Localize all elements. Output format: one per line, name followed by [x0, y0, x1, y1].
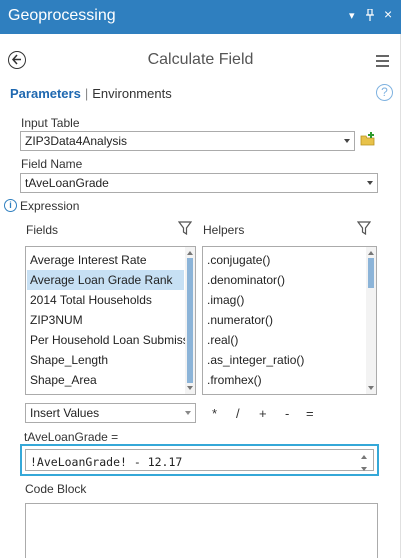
info-icon: i: [4, 199, 17, 212]
title-bar: Geoprocessing ▾ ×: [0, 0, 401, 34]
tab-separator: |: [84, 86, 89, 101]
tab-environments[interactable]: Environments: [92, 86, 171, 101]
expression-value[interactable]: !AveLoanGrade! - 12.17: [30, 455, 182, 469]
close-icon[interactable]: ×: [384, 7, 392, 21]
code-block-input[interactable]: [25, 503, 378, 558]
operator-plus-button[interactable]: +: [259, 406, 267, 421]
helpers-filter-icon[interactable]: [356, 221, 372, 236]
tool-title: Calculate Field: [147, 51, 254, 68]
fields-list[interactable]: Average Interest Rate Average Loan Grade…: [25, 246, 196, 395]
list-item[interactable]: Per Household Loan Submiss: [30, 330, 189, 350]
list-item[interactable]: .as_integer_ratio(): [207, 350, 304, 370]
list-item[interactable]: Shape_Area: [30, 370, 97, 390]
expression-label: Expression: [20, 199, 80, 213]
operator-minus-button[interactable]: -: [285, 406, 289, 421]
operator-equals-button[interactable]: =: [306, 406, 314, 421]
field-name-label: Field Name: [21, 157, 83, 171]
code-block-label: Code Block: [25, 482, 87, 496]
help-icon[interactable]: ?: [376, 84, 393, 101]
expression-scroll-icon[interactable]: [360, 453, 368, 473]
window-title: Geoprocessing: [8, 7, 116, 24]
fields-scrollbar[interactable]: [185, 247, 195, 394]
expression-editor[interactable]: !AveLoanGrade! - 12.17: [25, 449, 374, 471]
menu-icon[interactable]: [376, 55, 389, 70]
insert-values-select[interactable]: Insert Values: [25, 403, 196, 423]
add-data-icon[interactable]: [360, 131, 376, 147]
list-item[interactable]: .real(): [207, 330, 238, 350]
scroll-thumb[interactable]: [187, 258, 193, 383]
field-name-value: tAveLoanGrade: [25, 176, 109, 190]
scroll-up-icon[interactable]: [187, 251, 193, 255]
field-name-select[interactable]: tAveLoanGrade: [20, 173, 378, 193]
operator-divide-button[interactable]: /: [236, 406, 240, 421]
tab-parameters[interactable]: Parameters: [10, 86, 81, 101]
options-dropdown-icon[interactable]: ▾: [349, 9, 355, 23]
input-table-select[interactable]: ZIP3Data4Analysis: [20, 131, 355, 151]
fields-filter-icon[interactable]: [177, 221, 193, 236]
list-item-selected[interactable]: Average Loan Grade Rank: [27, 270, 184, 290]
scroll-up-icon[interactable]: [368, 251, 374, 255]
list-item[interactable]: .numerator(): [207, 310, 273, 330]
scroll-down-icon[interactable]: [368, 386, 374, 390]
helpers-scrollbar[interactable]: [366, 247, 376, 394]
helpers-list[interactable]: .conjugate() .denominator() .imag() .num…: [202, 246, 377, 395]
expression-target-label: tAveLoanGrade =: [24, 430, 119, 444]
list-item[interactable]: .conjugate(): [207, 250, 270, 270]
helpers-label: Helpers: [203, 223, 245, 237]
tool-header: Calculate Field: [0, 34, 401, 80]
fields-label: Fields: [26, 223, 59, 237]
chevron-down-icon: [367, 181, 373, 185]
list-item[interactable]: .imag(): [207, 290, 244, 310]
expression-input[interactable]: !AveLoanGrade! - 12.17: [20, 444, 379, 476]
list-item[interactable]: .denominator(): [207, 270, 285, 290]
list-item[interactable]: .fromhex(): [207, 370, 262, 390]
operator-multiply-button[interactable]: *: [212, 406, 217, 421]
insert-values-label: Insert Values: [30, 406, 100, 420]
input-table-value: ZIP3Data4Analysis: [25, 134, 128, 148]
list-item[interactable]: Average Interest Rate: [30, 250, 147, 270]
input-table-label: Input Table: [21, 116, 80, 130]
scroll-down-icon[interactable]: [187, 386, 193, 390]
scroll-thumb[interactable]: [368, 258, 374, 288]
chevron-down-icon: [185, 411, 191, 415]
list-item[interactable]: Shape_Length: [30, 350, 108, 370]
pin-icon[interactable]: [365, 8, 375, 25]
chevron-down-icon: [344, 139, 350, 143]
tab-bar: Parameters | Environments: [10, 86, 172, 101]
list-item[interactable]: 2014 Total Households: [30, 290, 152, 310]
list-item[interactable]: ZIP3NUM: [30, 310, 83, 330]
